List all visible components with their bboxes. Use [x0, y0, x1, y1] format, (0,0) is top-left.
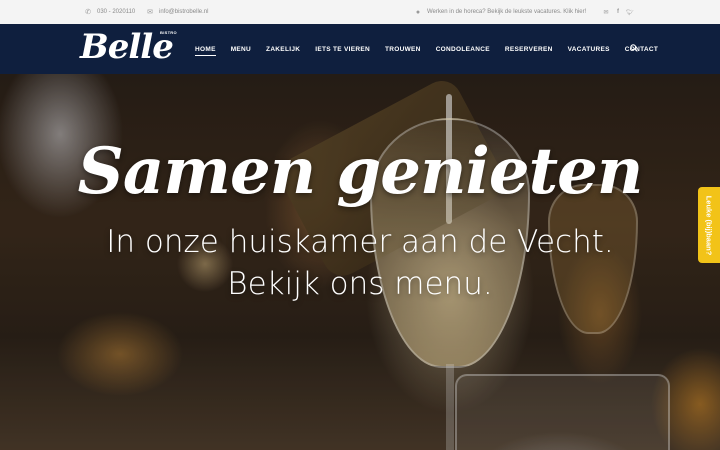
nav-item-menu[interactable]: MENU: [231, 24, 251, 74]
bistro-belle-logo[interactable]: Belle BISTRO: [80, 27, 178, 73]
job-side-tab[interactable]: Leuke (bij)baan?: [698, 187, 720, 263]
vacancy-notice-text[interactable]: Werken in de horeca? Bekijk de leukste v…: [427, 9, 586, 15]
nav-item-trouwen[interactable]: TROUWEN: [385, 24, 421, 74]
twitter-icon[interactable]: 🐦︎: [624, 9, 636, 16]
envelope-icon: ✉: [147, 9, 153, 16]
logo-small-text: BISTRO: [160, 30, 177, 35]
phone-contact[interactable]: ✆ 030 - 2020110: [84, 0, 135, 24]
nav-item-vacatures[interactable]: VACATURES: [568, 24, 610, 74]
hero-headline: Samen genieten: [77, 134, 644, 209]
email-contact[interactable]: ✉ info@bistrobelle.nl: [146, 0, 208, 24]
phone-number[interactable]: 030 - 2020110: [97, 9, 135, 15]
email-address[interactable]: info@bistrobelle.nl: [159, 9, 208, 15]
hero-subtitle-line1: In onze huiskamer aan de Vecht.: [106, 224, 614, 260]
user-icon: ●: [415, 8, 421, 16]
email-icon[interactable]: ✉: [600, 9, 612, 16]
job-side-tab-label: Leuke (bij)baan?: [704, 195, 714, 255]
logo-script: Belle: [80, 27, 174, 67]
nav-item-home[interactable]: HOME: [195, 24, 216, 74]
nav-item-iets-te-vieren[interactable]: IETS TE VIEREN: [315, 24, 370, 74]
phone-icon: ✆: [85, 9, 91, 16]
facebook-icon[interactable]: f: [612, 9, 624, 15]
hero-overlay: [0, 74, 720, 450]
nav-item-zakelijk[interactable]: ZAKELIJK: [266, 24, 300, 74]
hero-banner: [0, 74, 720, 450]
search-icon[interactable]: [630, 44, 638, 54]
hero-menu-link[interactable]: Bekijk ons menu.: [0, 266, 720, 302]
top-info-bar: ✆ 030 - 2020110 ✉ info@bistrobelle.nl ● …: [0, 0, 720, 24]
vacancy-notice[interactable]: ● Werken in de horeca? Bekijk de leukste…: [414, 0, 586, 24]
social-links: ✉ f 🐦︎: [600, 0, 636, 24]
nav-item-reserveren[interactable]: RESERVEREN: [505, 24, 553, 74]
nav-item-condoleance[interactable]: CONDOLEANCE: [436, 24, 490, 74]
menu-items: HOME MENU ZAKELIJK IETS TE VIEREN TROUWE…: [195, 24, 673, 74]
